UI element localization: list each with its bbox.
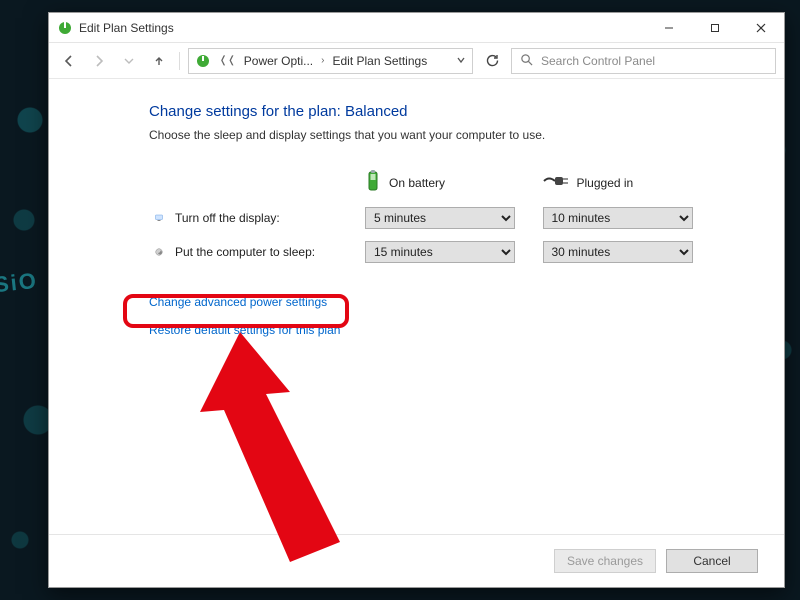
edit-plan-settings-window: Edit Plan Settings ❬❬ xyxy=(48,12,785,588)
up-button[interactable] xyxy=(147,49,171,73)
breadcrumb-edit-plan-settings[interactable]: Edit Plan Settings xyxy=(332,54,427,68)
settings-table: On battery Plugged in xyxy=(149,164,714,269)
battery-icon xyxy=(365,170,381,195)
search-box[interactable] xyxy=(511,48,776,74)
page-subtext: Choose the sleep and display settings th… xyxy=(149,128,714,142)
wallpaper-text: SiO xyxy=(0,268,39,298)
navigation-bar: ❬❬ Power Opti... › Edit Plan Settings xyxy=(49,43,784,79)
maximize-button[interactable] xyxy=(692,13,738,43)
breadcrumb-power-options[interactable]: Power Opti... xyxy=(244,54,313,68)
content-area: Change settings for the plan: Balanced C… xyxy=(49,79,784,534)
minimize-button[interactable] xyxy=(646,13,692,43)
restore-default-settings-link[interactable]: Restore default settings for this plan xyxy=(149,323,340,337)
close-button[interactable] xyxy=(738,13,784,43)
control-panel-icon xyxy=(195,53,211,69)
forward-button[interactable] xyxy=(87,49,111,73)
display-icon xyxy=(155,211,163,225)
plug-icon xyxy=(543,175,569,190)
address-bar[interactable]: ❬❬ Power Opti... › Edit Plan Settings xyxy=(188,48,473,74)
sleep-battery-select[interactable]: 15 minutes xyxy=(365,241,515,263)
search-input[interactable] xyxy=(539,53,767,69)
recent-locations-button[interactable] xyxy=(117,49,141,73)
row-label-display: Turn off the display: xyxy=(175,211,280,225)
power-options-icon xyxy=(57,20,73,36)
display-battery-select[interactable]: 5 minutes xyxy=(365,207,515,229)
footer: Save changes Cancel xyxy=(49,534,784,587)
links-area: Change advanced power settings Restore d… xyxy=(149,295,714,337)
cancel-button[interactable]: Cancel xyxy=(666,549,758,573)
window-title: Edit Plan Settings xyxy=(79,21,174,35)
column-header-battery: On battery xyxy=(389,176,445,190)
sleep-icon xyxy=(155,245,163,259)
page-heading: Change settings for the plan: Balanced xyxy=(149,103,714,120)
save-changes-button[interactable]: Save changes xyxy=(554,549,656,573)
breadcrumb-separator-icon: › xyxy=(319,55,326,66)
change-advanced-power-settings-link[interactable]: Change advanced power settings xyxy=(149,295,327,309)
breadcrumb-chevron-icon: ❬❬ xyxy=(217,55,238,66)
refresh-button[interactable] xyxy=(479,48,505,74)
display-plugged-select[interactable]: 10 minutes xyxy=(543,207,693,229)
column-header-plugged: Plugged in xyxy=(577,176,634,190)
back-button[interactable] xyxy=(57,49,81,73)
titlebar: Edit Plan Settings xyxy=(49,13,784,43)
search-icon xyxy=(520,53,533,69)
row-label-sleep: Put the computer to sleep: xyxy=(175,245,315,259)
sleep-plugged-select[interactable]: 30 minutes xyxy=(543,241,693,263)
address-dropdown-button[interactable] xyxy=(456,54,466,68)
